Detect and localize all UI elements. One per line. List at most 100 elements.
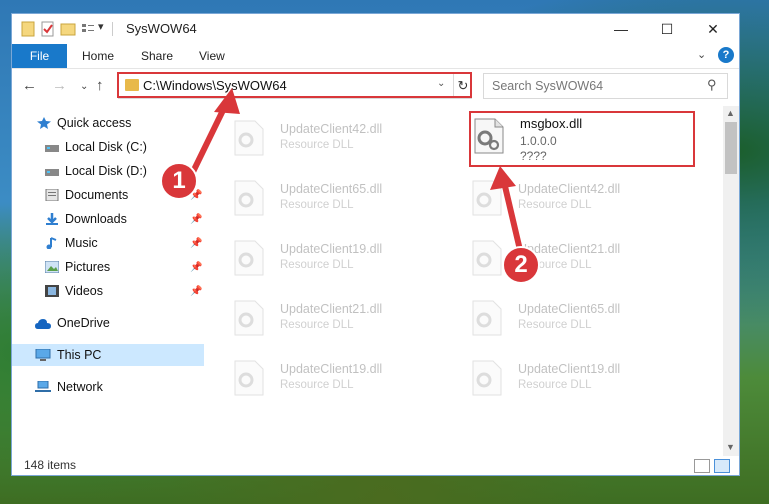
title-bar: ▾ SysWOW64 — ☐ ✕ <box>12 14 739 44</box>
sidebar-item-onedrive[interactable]: OneDrive <box>12 312 204 334</box>
status-bar: 148 items <box>12 456 739 475</box>
scrollbar-thumb[interactable] <box>725 122 737 174</box>
sidebar-item-label: OneDrive <box>57 316 110 330</box>
file-name: UpdateClient65.dll <box>280 182 383 196</box>
tab-view[interactable]: View <box>199 49 225 63</box>
tiles-view-icon[interactable] <box>714 459 730 473</box>
music-icon <box>46 237 57 249</box>
pictures-icon <box>45 261 59 273</box>
file-description: Resource DLL <box>280 319 354 331</box>
file-description: Resource DLL <box>518 319 592 331</box>
file-item[interactable]: UpdateClient65.dll Resource DLL <box>456 296 686 342</box>
cloud-icon <box>35 319 51 329</box>
search-placeholder: Search SysWOW64 <box>492 79 604 93</box>
tab-file[interactable]: File <box>12 44 67 68</box>
sidebar-item-label: Local Disk (D:) <box>65 164 147 178</box>
sidebar-item-quick-access[interactable]: Quick access <box>12 112 204 134</box>
file-name: UpdateClient21.dll <box>280 302 383 316</box>
dll-file-icon <box>234 180 264 216</box>
back-icon[interactable]: ← <box>22 77 37 94</box>
dll-file-icon <box>234 120 264 156</box>
pin-icon[interactable]: 📌 <box>190 214 202 225</box>
recent-locations-icon[interactable]: ⌄ <box>80 81 88 92</box>
sidebar-item-videos[interactable]: Videos 📌 <box>12 280 204 302</box>
vertical-scrollbar[interactable]: ▲ ▼ <box>723 106 739 456</box>
title-separator <box>112 22 113 36</box>
ribbon-collapse-icon[interactable]: ⌄ <box>697 48 706 61</box>
file-description: Resource DLL <box>280 199 354 211</box>
minimize-button[interactable]: — <box>598 14 644 44</box>
sidebar-item-music[interactable]: Music 📌 <box>12 232 204 254</box>
customize-icon[interactable] <box>80 21 96 37</box>
file-item[interactable]: UpdateClient21.dll Resource DLL <box>218 296 448 342</box>
file-item[interactable]: UpdateClient19.dll Resource DLL <box>218 236 448 282</box>
help-icon[interactable]: ? <box>718 47 734 63</box>
file-item[interactable]: UpdateClient65.dll Resource DLL <box>218 176 448 222</box>
step-badge-1: 1 <box>160 162 198 200</box>
pin-icon[interactable]: 📌 <box>190 262 202 273</box>
network-icon <box>35 381 51 392</box>
file-name: UpdateClient42.dll <box>280 122 383 136</box>
sidebar-item-label: Music <box>65 236 98 250</box>
file-item[interactable]: UpdateClient42.dll Resource DLL <box>456 176 686 222</box>
drive-icon <box>45 145 59 152</box>
dll-file-icon <box>472 300 502 336</box>
pin-icon[interactable]: 📌 <box>190 286 202 297</box>
sidebar-item-this-pc[interactable]: This PC <box>12 344 204 366</box>
pin-icon[interactable]: 📌 <box>190 238 202 249</box>
file-description: Resource DLL <box>280 139 354 151</box>
drive-icon <box>45 169 59 176</box>
new-folder-icon[interactable] <box>60 21 76 37</box>
file-name: UpdateClient42.dll <box>518 182 621 196</box>
file-name: UpdateClient19.dll <box>280 362 383 376</box>
sidebar-item-label: Local Disk (C:) <box>65 140 147 154</box>
file-name: UpdateClient19.dll <box>518 362 621 376</box>
sidebar-item-network[interactable]: Network <box>12 376 204 398</box>
sidebar-item-label: Videos <box>65 284 103 298</box>
search-input[interactable]: Search SysWOW64 ⚲ <box>483 73 728 99</box>
item-count: 148 items <box>24 458 77 472</box>
navigation-bar: ← → ⌄ ↑ C:\Windows\SysWOW64 ⌄ ↻ Search S… <box>12 69 739 103</box>
search-icon[interactable]: ⚲ <box>707 77 717 93</box>
sidebar-item-pictures[interactable]: Pictures 📌 <box>12 256 204 278</box>
tab-home[interactable]: Home <box>82 49 114 63</box>
scroll-down-icon[interactable]: ▼ <box>726 442 735 452</box>
file-description: Resource DLL <box>518 199 592 211</box>
window-title: SysWOW64 <box>126 21 197 36</box>
navigation-pane: Quick access Local Disk (C:) Local Disk … <box>12 106 204 456</box>
file-description: Resource DLL <box>280 259 354 271</box>
sidebar-item-label: Pictures <box>65 260 111 274</box>
up-icon[interactable]: ↑ <box>96 77 104 94</box>
dll-file-icon <box>234 240 264 276</box>
sidebar-item-label: This PC <box>57 348 102 362</box>
tab-share[interactable]: Share <box>141 49 173 63</box>
dll-file-icon <box>472 240 502 276</box>
scroll-up-icon[interactable]: ▲ <box>726 108 735 118</box>
computer-icon <box>35 349 51 361</box>
forward-icon[interactable]: → <box>52 77 67 94</box>
sidebar-item-label: Documents <box>65 188 129 202</box>
dll-file-icon <box>472 180 502 216</box>
file-item[interactable]: UpdateClient42.dll Resource DLL <box>218 116 448 162</box>
folder-icon[interactable] <box>20 21 36 37</box>
maximize-button[interactable]: ☐ <box>644 14 690 44</box>
close-button[interactable]: ✕ <box>690 14 736 44</box>
file-item[interactable]: UpdateClient21.dll Resource DLL <box>456 236 686 282</box>
dll-file-icon <box>472 360 502 396</box>
sidebar-item-downloads[interactable]: Downloads 📌 <box>12 208 204 230</box>
file-name: UpdateClient65.dll <box>518 302 621 316</box>
quick-access-dropdown-icon[interactable]: ▾ <box>98 20 104 33</box>
sidebar-item-label: Downloads <box>65 212 127 226</box>
file-highlight-box <box>469 111 695 167</box>
file-item[interactable]: UpdateClient19.dll Resource DLL <box>218 356 448 402</box>
file-item[interactable]: UpdateClient19.dll Resource DLL <box>456 356 686 402</box>
details-view-icon[interactable] <box>694 459 710 473</box>
sidebar-item-label: Quick access <box>57 116 132 130</box>
sidebar-item-label: Network <box>57 380 103 394</box>
file-name: UpdateClient19.dll <box>280 242 383 256</box>
properties-check-icon[interactable] <box>40 21 56 37</box>
sidebar-item-local-disk-c[interactable]: Local Disk (C:) <box>12 136 204 158</box>
file-description: Resource DLL <box>280 379 354 391</box>
videos-icon <box>45 285 59 297</box>
file-description: Resource DLL <box>518 379 592 391</box>
